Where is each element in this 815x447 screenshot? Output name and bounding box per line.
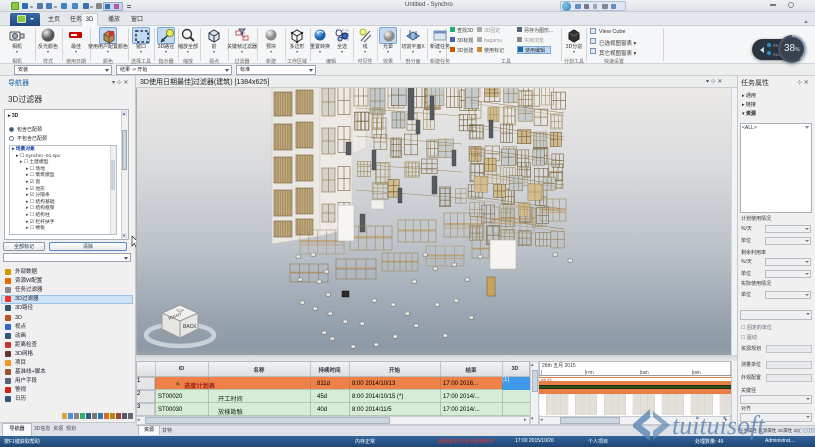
- svg-text:TOP: TOP: [176, 308, 184, 313]
- svg-text:BACK: BACK: [183, 324, 197, 330]
- svg-text:tuituisoft: tuituisoft: [672, 411, 765, 440]
- svg-text:.com: .com: [796, 425, 815, 436]
